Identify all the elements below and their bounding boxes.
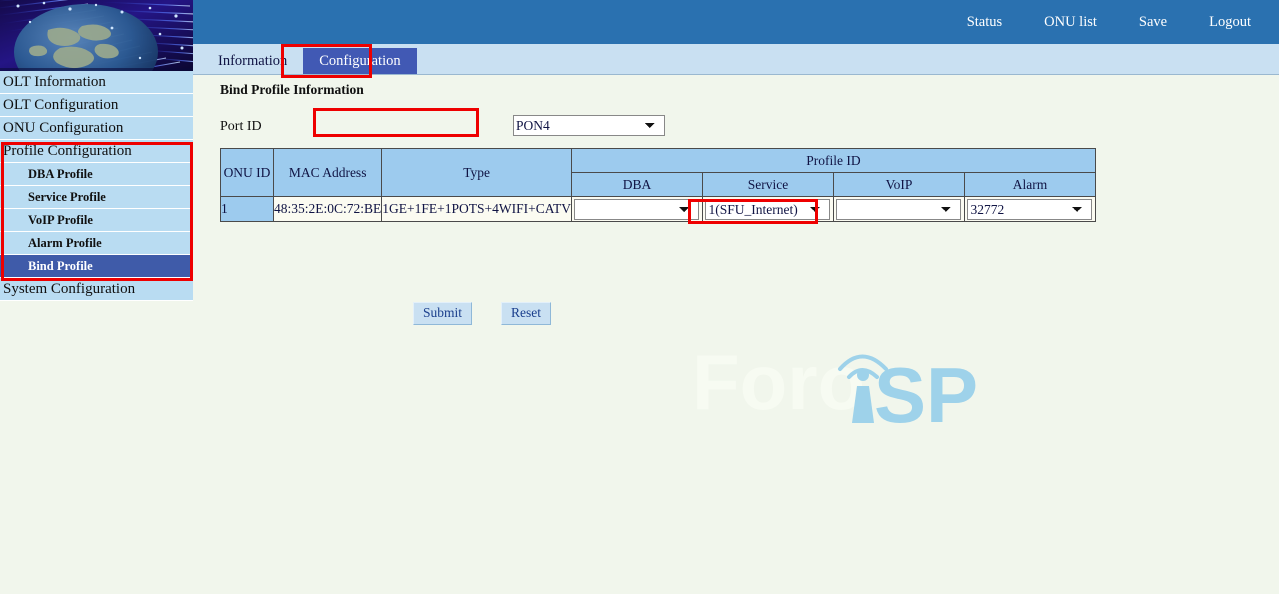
globe-fiber-graphic xyxy=(0,0,193,71)
table-row: 1 48:35:2E:0C:72:BE 1GE+1FE+1POTS+4WIFI+… xyxy=(221,197,1096,222)
header-voip: VoIP xyxy=(833,173,964,197)
sidebar: OLT Information OLT Configuration ONU Co… xyxy=(0,0,193,594)
foroisp-logo: Foro SP xyxy=(688,323,978,427)
sidebar-nav: OLT Information OLT Configuration ONU Co… xyxy=(0,71,193,301)
tower-dot-icon xyxy=(857,369,869,381)
sidebar-item-bind-profile[interactable]: Bind Profile xyxy=(0,255,193,278)
sidebar-item-dba-profile[interactable]: DBA Profile xyxy=(0,163,193,186)
tab-information[interactable]: Information xyxy=(202,48,303,74)
sidebar-item-olt-information[interactable]: OLT Information xyxy=(0,71,193,94)
sidebar-item-label: DBA Profile xyxy=(28,167,93,181)
service-profile-select[interactable]: 1(SFU_Internet) xyxy=(705,199,830,220)
cell-dba xyxy=(571,197,702,222)
header-onu-id: ONU ID xyxy=(221,149,274,197)
table-body: 1 48:35:2E:0C:72:BE 1GE+1FE+1POTS+4WIFI+… xyxy=(221,197,1096,222)
sidebar-item-service-profile[interactable]: Service Profile xyxy=(0,186,193,209)
table-head: ONU ID MAC Address Type Profile ID DBA S… xyxy=(221,149,1096,197)
cell-mac-address: 48:35:2E:0C:72:BE xyxy=(274,197,382,222)
header-mac-address: MAC Address xyxy=(274,149,382,197)
header-service: Service xyxy=(702,173,833,197)
top-nav-save[interactable]: Save xyxy=(1127,14,1179,31)
alarm-profile-select[interactable]: 32772 xyxy=(967,199,1092,220)
bind-profile-table: ONU ID MAC Address Type Profile ID DBA S… xyxy=(220,148,1096,222)
tower-body-icon xyxy=(852,386,874,423)
sidebar-item-label: Alarm Profile xyxy=(28,236,102,250)
top-nav-onu-list[interactable]: ONU list xyxy=(1032,14,1109,31)
header-type: Type xyxy=(382,149,572,197)
cell-onu-id: 1 xyxy=(221,197,274,222)
sidebar-item-voip-profile[interactable]: VoIP Profile xyxy=(0,209,193,232)
header-profile-id: Profile ID xyxy=(571,149,1095,173)
table-header-row-1: ONU ID MAC Address Type Profile ID xyxy=(221,149,1096,173)
voip-profile-select[interactable] xyxy=(836,199,961,220)
tab-list: Information Configuration xyxy=(202,48,417,74)
sidebar-item-alarm-profile[interactable]: Alarm Profile xyxy=(0,232,193,255)
sidebar-item-profile-configuration[interactable]: Profile Configuration xyxy=(0,140,193,163)
header-alarm: Alarm xyxy=(964,173,1095,197)
sidebar-item-label: OLT Information xyxy=(3,74,106,90)
tab-configuration[interactable]: Configuration xyxy=(303,48,416,74)
top-nav-logout[interactable]: Logout xyxy=(1197,14,1263,31)
wifi-signal-icon xyxy=(840,357,886,378)
port-id-label: Port ID xyxy=(220,119,262,135)
cell-service: 1(SFU_Internet) xyxy=(702,197,833,222)
form-buttons: Submit Reset xyxy=(413,302,551,325)
port-id-select[interactable]: PON4 xyxy=(513,115,665,136)
watermark-foroisp: Foro SP xyxy=(688,323,978,427)
sidebar-item-label: Bind Profile xyxy=(28,259,93,273)
sidebar-item-label: ONU Configuration xyxy=(3,120,123,136)
sidebar-item-label: VoIP Profile xyxy=(28,213,93,227)
sidebar-item-olt-configuration[interactable]: OLT Configuration xyxy=(0,94,193,117)
sidebar-item-label: Profile Configuration xyxy=(3,143,132,159)
cell-type: 1GE+1FE+1POTS+4WIFI+CATV xyxy=(382,197,572,222)
page-root: OLT Information OLT Configuration ONU Co… xyxy=(0,0,1279,594)
watermark-text-isp: SP xyxy=(874,351,978,427)
sidebar-item-system-configuration[interactable]: System Configuration xyxy=(0,278,193,301)
top-nav-status[interactable]: Status xyxy=(955,14,1014,31)
page-title: Bind Profile Information xyxy=(220,82,364,98)
submit-button[interactable]: Submit xyxy=(413,302,472,325)
reset-button[interactable]: Reset xyxy=(501,302,551,325)
cell-alarm: 32772 xyxy=(964,197,1095,222)
tab-strip: Information Configuration xyxy=(193,44,1279,75)
watermark-text-foro: Foro xyxy=(692,338,865,426)
dba-profile-select[interactable] xyxy=(574,199,699,220)
sidebar-item-label: System Configuration xyxy=(3,281,135,297)
top-bar: Status ONU list Save Logout xyxy=(193,0,1279,44)
sidebar-bottom-spacer xyxy=(0,301,193,309)
sidebar-item-label: OLT Configuration xyxy=(3,97,118,113)
cell-voip xyxy=(833,197,964,222)
top-nav: Status ONU list Save Logout xyxy=(937,0,1263,44)
sidebar-item-label: Service Profile xyxy=(28,190,106,204)
sidebar-item-onu-configuration[interactable]: ONU Configuration xyxy=(0,117,193,140)
main-content: Bind Profile Information Port ID PON4 ON… xyxy=(193,75,1279,594)
banner-image xyxy=(0,0,193,71)
header-dba: DBA xyxy=(571,173,702,197)
